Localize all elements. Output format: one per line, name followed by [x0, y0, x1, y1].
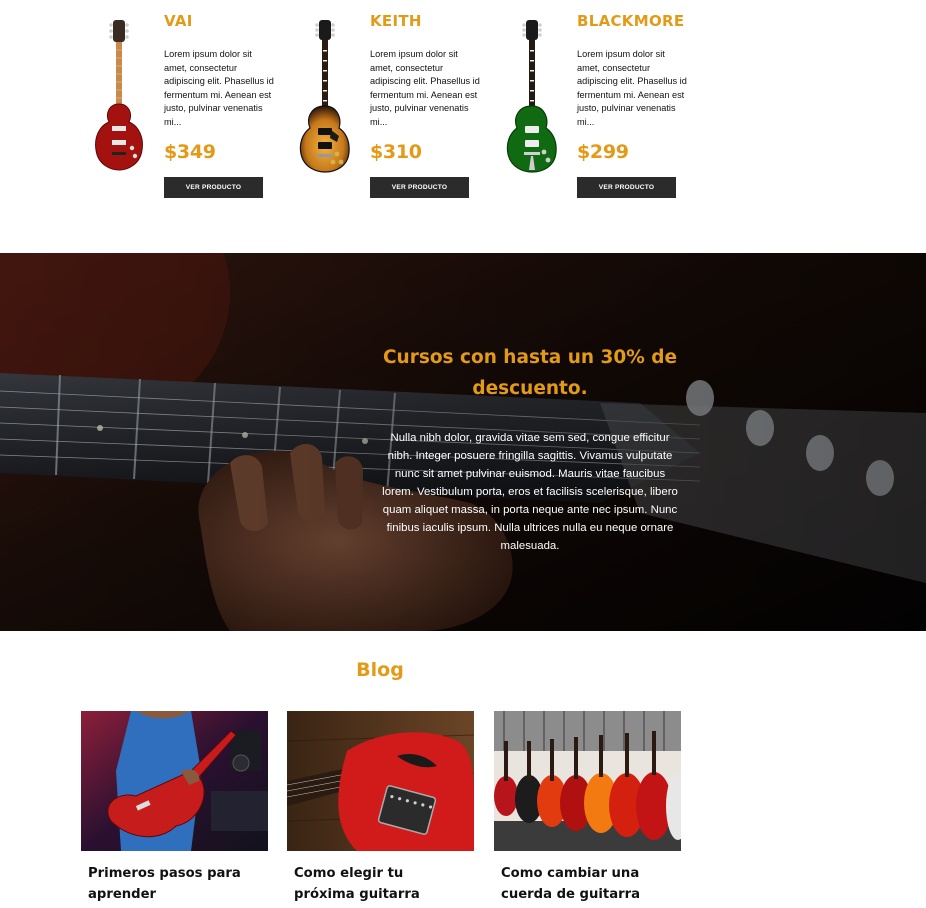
guitar-blackmore-image[interactable]	[504, 18, 560, 174]
product-card-blackmore: BLACKMORE Lorem ipsum dolor sit amet, co…	[504, 0, 710, 210]
product-name: KEITH	[370, 12, 422, 30]
blog-post-title[interactable]: Como elegir tu próxima guitarra	[294, 863, 464, 905]
guitar-keith-image[interactable]	[297, 18, 353, 174]
product-price: $299	[577, 141, 629, 163]
promo-text: Nulla nibh dolor, gravida vitae sem sed,…	[382, 432, 678, 552]
product-name: BLACKMORE	[577, 12, 685, 30]
promo-banner: Cursos con hasta un 30% de descuento. Nu…	[0, 253, 926, 631]
view-product-button[interactable]: VER PRODUCTO	[370, 177, 469, 198]
guitar-vai-image[interactable]	[91, 18, 147, 174]
blog-post-card: Primeros pasos para aprender	[81, 711, 268, 905]
blog-post-image-red-guitar[interactable]	[287, 711, 474, 851]
view-product-button[interactable]: VER PRODUCTO	[164, 177, 263, 198]
view-product-button[interactable]: VER PRODUCTO	[577, 177, 676, 198]
blog-post-image-guitarist[interactable]	[81, 711, 268, 851]
blog-post-image-guitar-store[interactable]	[494, 711, 681, 851]
product-grid: VAI Lorem ipsum dolor sit amet, consecte…	[0, 0, 926, 253]
promo-title: Cursos con hasta un 30% de descuento.	[382, 347, 678, 399]
blog-section: Blog Primeros pasos para aprender Como e…	[0, 631, 926, 908]
product-description: Lorem ipsum dolor sit amet, consectetur …	[164, 49, 274, 127]
product-name: VAI	[164, 12, 193, 30]
product-description: Lorem ipsum dolor sit amet, consectetur …	[370, 49, 480, 127]
blog-post-card: Como cambiar una cuerda de guitarra	[494, 711, 681, 905]
blog-title: Blog	[356, 659, 404, 681]
product-card-keith: KEITH Lorem ipsum dolor sit amet, consec…	[297, 0, 503, 210]
product-card-vai: VAI Lorem ipsum dolor sit amet, consecte…	[91, 0, 297, 210]
product-description: Lorem ipsum dolor sit amet, consectetur …	[577, 49, 687, 127]
product-price: $349	[164, 141, 216, 163]
blog-post-title[interactable]: Como cambiar una cuerda de guitarra	[501, 863, 671, 905]
blog-post-title[interactable]: Primeros pasos para aprender	[88, 863, 258, 905]
product-price: $310	[370, 141, 422, 163]
blog-post-card: Como elegir tu próxima guitarra	[287, 711, 474, 905]
